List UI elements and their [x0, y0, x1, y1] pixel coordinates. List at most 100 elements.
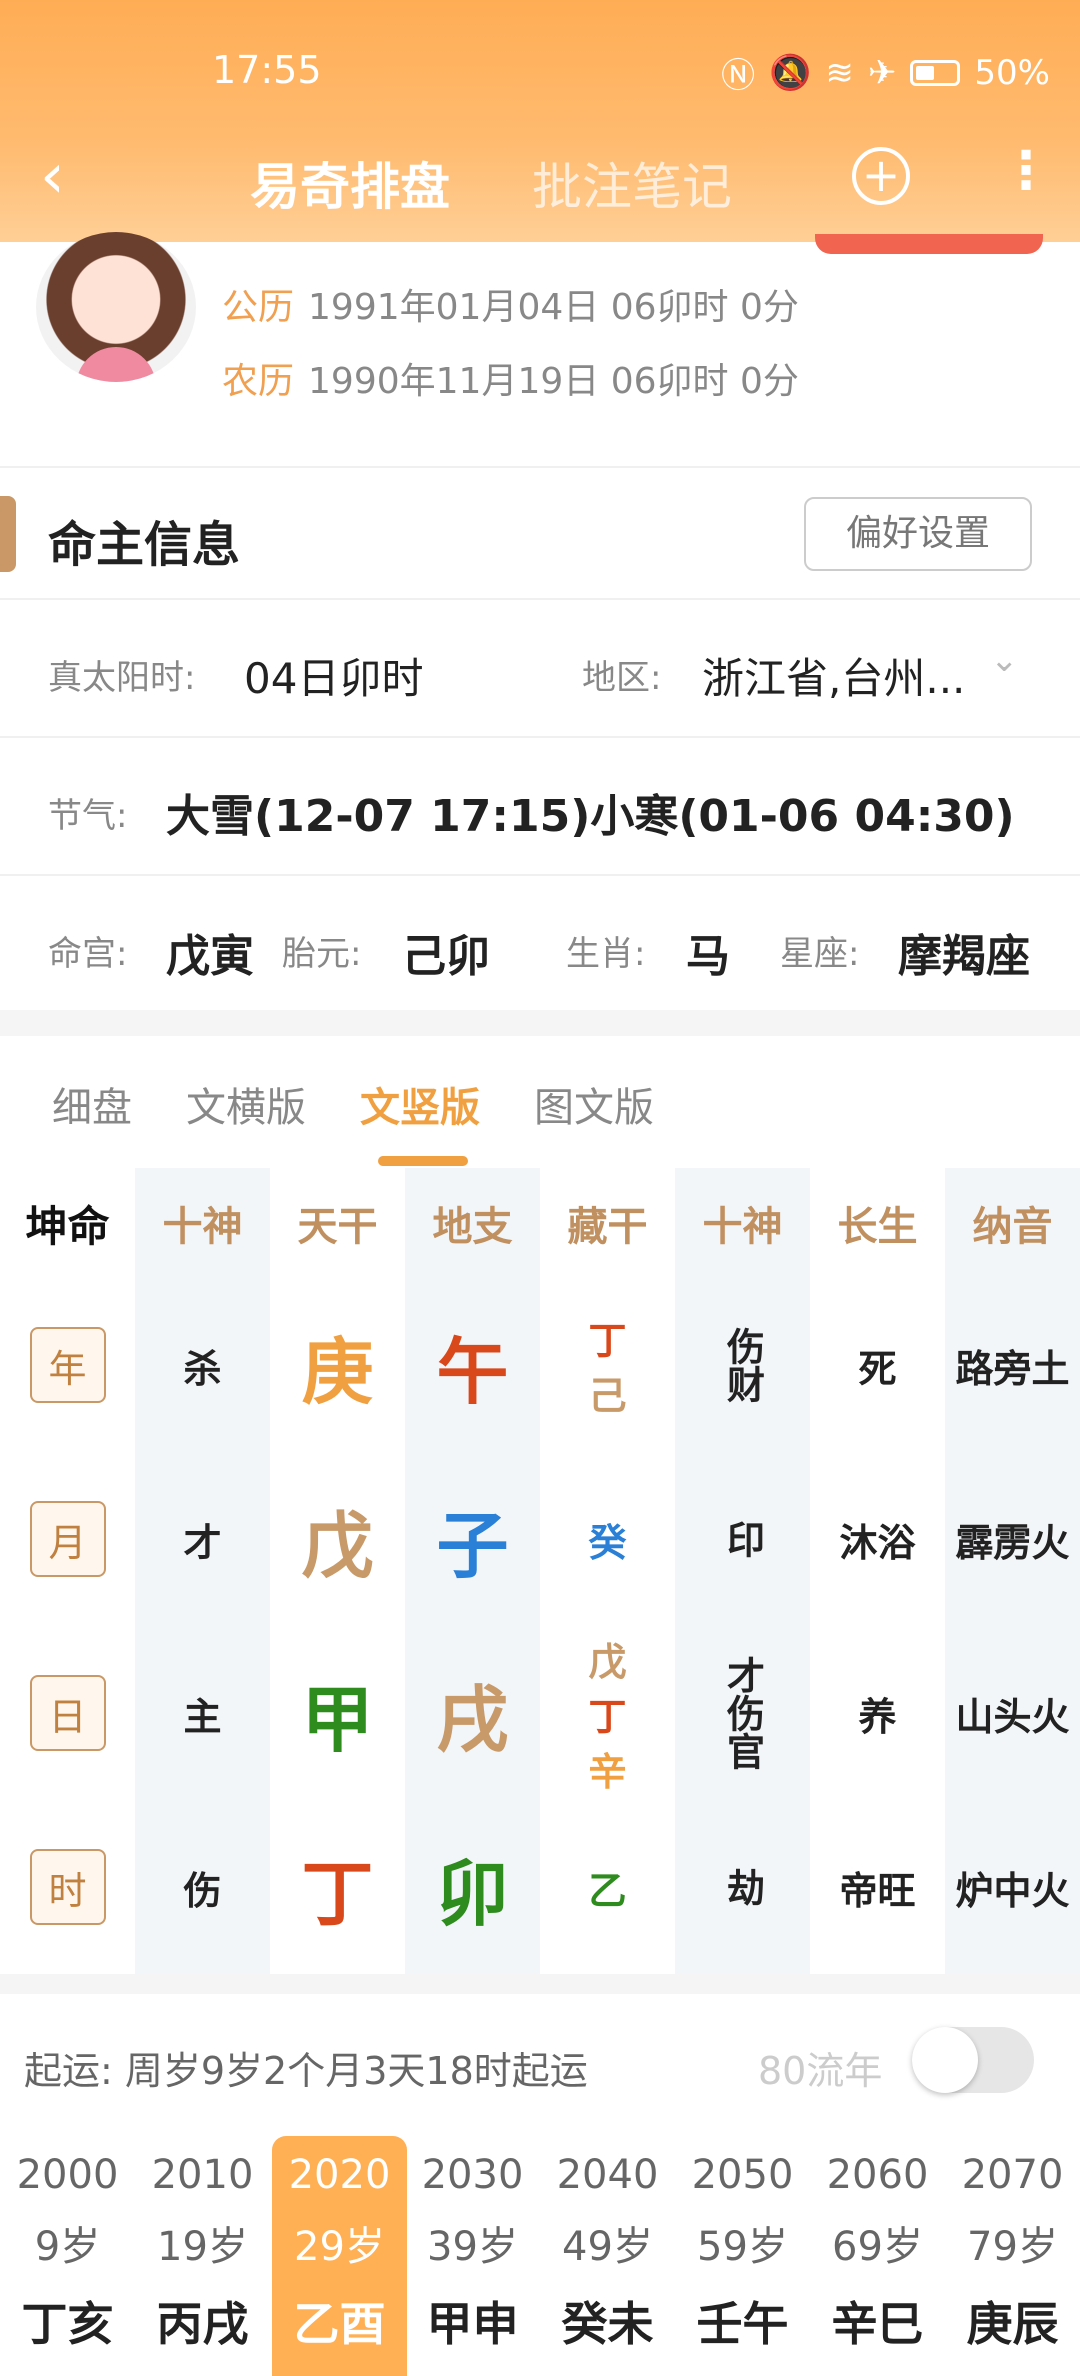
header-shishen2: 十神: [702, 1204, 783, 1250]
tab-wenshuban[interactable]: 文竖版: [360, 1075, 480, 1133]
canggan-col: 藏干 丁 己 癸 戊 丁 辛 乙: [540, 1168, 675, 1974]
more-icon[interactable]: ⋮: [1000, 145, 1052, 197]
tab-xipan[interactable]: 细盘: [52, 1075, 132, 1133]
liunian-toggle[interactable]: [912, 2027, 1034, 2093]
kunming-label: 坤命: [25, 1201, 110, 1251]
changsheng-ri: 养: [858, 1694, 897, 1739]
dizhi-ri: 戌: [436, 1677, 509, 1762]
dayun-age: 29岁: [294, 2224, 385, 2270]
dayun-year: 2010: [151, 2152, 254, 2198]
dayun-year: 2020: [288, 2152, 391, 2198]
taiyuan-label: 胎元:: [282, 934, 362, 974]
dayun-ganzhi: 庚辰: [966, 2297, 1059, 2351]
dayun-ganzhi: 乙酉: [293, 2297, 386, 2351]
region-label: 地区:: [582, 658, 662, 698]
wifi-icon: ≋: [825, 52, 854, 93]
dayun-year: 2040: [556, 2152, 659, 2198]
dayun-ganzhi: 丁亥: [21, 2297, 114, 2351]
pillar-nian[interactable]: 年: [29, 1327, 106, 1403]
dayun-year: 2050: [691, 2152, 794, 2198]
tiangan-yue: 戊: [301, 1503, 374, 1588]
dayun-item[interactable]: 2070 79岁 庚辰: [945, 2136, 1080, 2376]
nav-bar: ‹ 易奇排盘 批注笔记 + ⋮: [0, 135, 1080, 225]
nayin-col: 纳音 路旁土 霹雳火 山头火 炉中火: [945, 1168, 1080, 1974]
liunian-label: 80流年: [758, 2049, 883, 2093]
tab-tuwenban[interactable]: 图文版: [534, 1075, 654, 1133]
dayun-item[interactable]: 2050 59岁 壬午: [675, 2136, 810, 2376]
shengxiao-label: 生肖:: [566, 934, 646, 974]
nfc-icon: Ⓝ: [721, 56, 756, 96]
mute-icon: 🔕: [769, 52, 812, 93]
info-row-solar-time: 真太阳时: 04日卯时 地区: 浙江省,台州... ⌄: [0, 598, 1080, 738]
dayun-age: 39岁: [427, 2224, 518, 2270]
dayun-ganzhi: 辛巳: [831, 2297, 924, 2351]
nongli-value: 1990年11月19日 06卯时 0分: [308, 361, 799, 402]
shishen-nian: 杀: [183, 1346, 222, 1391]
red-tag[interactable]: [815, 234, 1043, 254]
chevron-down-icon[interactable]: ⌄: [990, 640, 1019, 680]
dayun-item-selected[interactable]: 2020 29岁 乙酉: [272, 2136, 407, 2376]
changsheng-yue: 沐浴: [839, 1520, 916, 1565]
dayun-age: 69岁: [832, 2224, 923, 2270]
add-icon[interactable]: +: [852, 147, 910, 205]
airplane-icon: ✈: [867, 52, 897, 93]
dayun-year: 2030: [421, 2152, 524, 2198]
preferences-button[interactable]: 偏好设置: [804, 497, 1032, 571]
shishen2-ri: 才伤官: [720, 1656, 765, 1770]
dayun-item[interactable]: 2010 19岁 丙戌: [135, 2136, 270, 2376]
changsheng-col: 长生 死 沐浴 养 帝旺: [810, 1168, 945, 1974]
dayun-ganzhi: 癸未: [561, 2297, 654, 2351]
shishen-ri: 主: [183, 1694, 222, 1739]
pillar-shi[interactable]: 时: [29, 1849, 106, 1925]
tab-yiqi-paipan[interactable]: 易奇排盘: [250, 147, 450, 219]
avatar[interactable]: [36, 232, 196, 382]
canggan-char: 辛: [588, 1749, 627, 1794]
pillar-ri[interactable]: 日: [29, 1675, 106, 1751]
canggan-char: 癸: [588, 1520, 627, 1565]
tab-pizhu-biji[interactable]: 批注笔记: [532, 147, 732, 219]
nayin-nian: 路旁土: [955, 1346, 1070, 1391]
tiangan-ri: 甲: [301, 1677, 374, 1762]
canggan-char: 己: [588, 1374, 627, 1418]
tab-wenhengban[interactable]: 文横版: [186, 1075, 306, 1133]
dayun-item[interactable]: 2060 69岁 辛巳: [810, 2136, 945, 2376]
dayun-age: 79岁: [967, 2224, 1058, 2270]
dayun-item[interactable]: 2000 9岁 丁亥: [0, 2136, 135, 2376]
shishen2-col: 十神 伤财 印 才伤官 劫: [675, 1168, 810, 1974]
shishen2-nian: 伤财: [720, 1327, 765, 1403]
dayun-year: 2070: [961, 2152, 1064, 2198]
battery-percent: 50%: [974, 52, 1050, 93]
nayin-yue: 霹雳火: [955, 1520, 1070, 1565]
taiyuan-value: 己卯: [402, 931, 490, 982]
battery-icon: [910, 59, 961, 86]
canggan-nian: 丁 己: [540, 1278, 675, 1452]
status-bar: 17:55 Ⓝ 🔕 ≋ ✈ 50%: [0, 40, 1080, 100]
section-gap: [0, 1974, 1080, 1994]
changsheng-nian: 死: [858, 1346, 897, 1391]
dayun-ganzhi: 甲申: [426, 2297, 519, 2351]
section-gap: [0, 1010, 1080, 1036]
dizhi-shi: 卯: [436, 1851, 509, 1936]
nongli-label: 农历: [222, 361, 295, 402]
zty-label: 真太阳时:: [48, 658, 196, 698]
tiangan-nian: 庚: [301, 1329, 374, 1414]
app-header: 17:55 Ⓝ 🔕 ≋ ✈ 50% ‹ 易奇排盘 批注笔记 + ⋮: [0, 0, 1080, 242]
minggong-label: 命宫:: [48, 934, 128, 974]
minggong-value: 戊寅: [166, 931, 254, 982]
header-nayin: 纳音: [972, 1204, 1053, 1250]
back-icon[interactable]: ‹: [40, 145, 65, 207]
dayun-item[interactable]: 2030 39岁 甲申: [405, 2136, 540, 2376]
header-dizhi: 地支: [432, 1204, 513, 1250]
pillar-yue[interactable]: 月: [29, 1501, 106, 1577]
section-title: 命主信息: [48, 517, 241, 573]
section-marker: [0, 496, 16, 572]
dayun-age: 19岁: [157, 2224, 248, 2270]
jieqi-value: 大雪(12-07 17:15)小寒(01-06 04:30): [166, 791, 1015, 842]
tiangan-col: 天干 庚 戊 甲 丁: [270, 1168, 405, 1974]
dayun-ganzhi: 壬午: [696, 2297, 789, 2351]
nayin-shi: 炉中火: [955, 1868, 1070, 1913]
dayun-item[interactable]: 2040 49岁 癸未: [540, 2136, 675, 2376]
region-value[interactable]: 浙江省,台州...: [702, 645, 965, 706]
status-time: 17:55: [212, 48, 322, 92]
canggan-char: 乙: [588, 1868, 627, 1913]
